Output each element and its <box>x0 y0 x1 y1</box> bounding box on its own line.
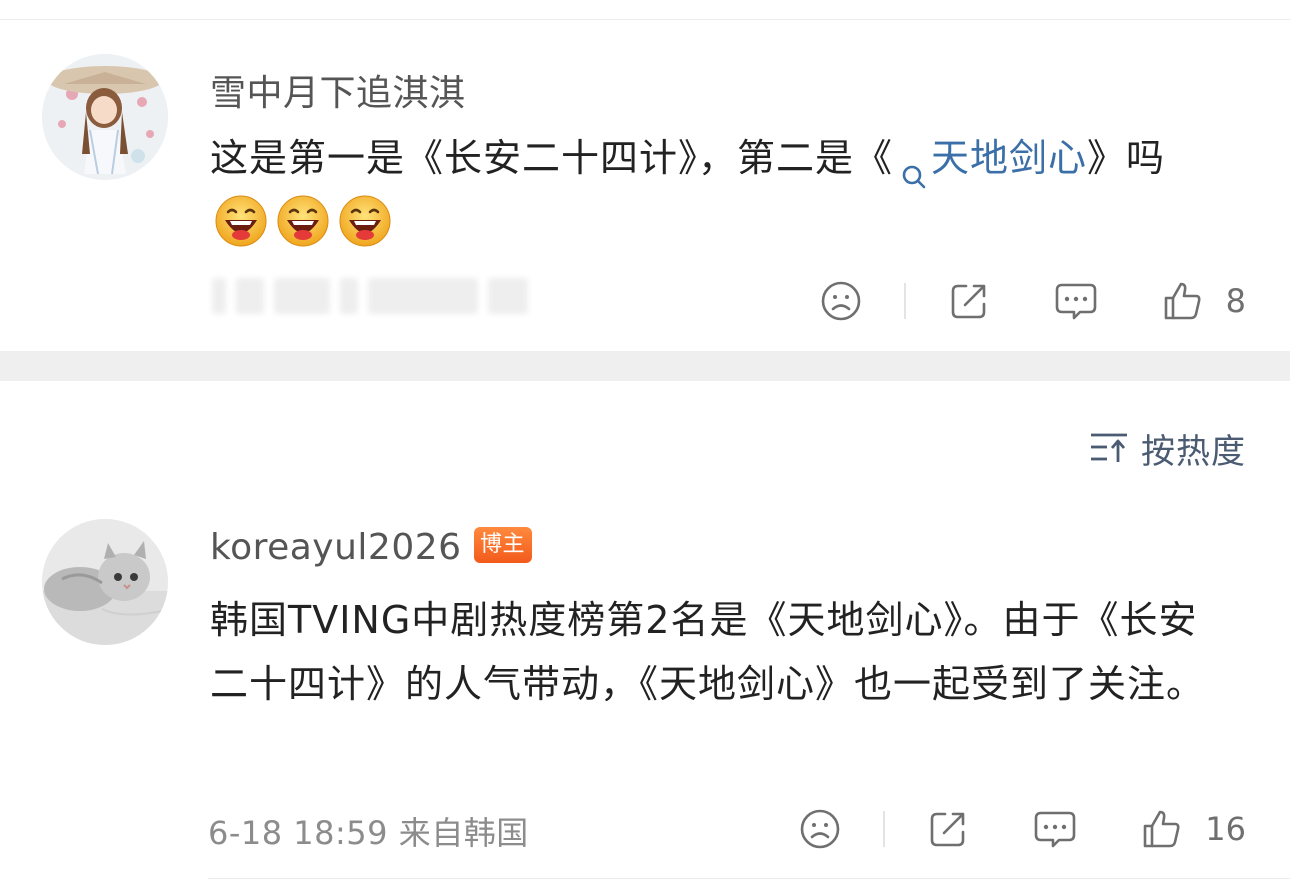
like-button[interactable]: 8 <box>1162 276 1246 326</box>
reply-button[interactable] <box>1033 804 1077 854</box>
comment-bubble-icon <box>1054 280 1098 322</box>
timestamp: 6-18 18:59 <box>208 814 389 852</box>
sad-face-icon <box>820 280 862 322</box>
comment-actions: 16 <box>799 804 1246 854</box>
like-count: 16 <box>1205 810 1246 848</box>
share-icon <box>948 280 990 322</box>
comment-bubble-icon <box>1033 808 1077 850</box>
obscured-meta <box>212 278 542 324</box>
comment-item: koreayul2026 博主 韩国TVING中剧热度榜第2名是《天地剑心》。由于… <box>0 490 1290 889</box>
search-icon <box>901 145 927 188</box>
share-button[interactable] <box>927 804 969 854</box>
sort-toggle[interactable]: 按热度 <box>1089 424 1246 473</box>
username-text: koreayul2026 <box>210 527 462 568</box>
dislike-button[interactable] <box>820 276 862 326</box>
blogger-badge: 博主 <box>473 527 532 563</box>
comment-text: 韩国TVING中剧热度榜第2名是《天地剑心》。由于《长安二十四计》的人气带动，《… <box>210 598 1206 706</box>
laughing-emoji <box>338 194 392 248</box>
comment-text: 这是第一是《长安二十四计》，第二是《 天地剑心》吗 <box>210 126 1220 254</box>
comment-item: 雪中月下追淇淇 这是第一是《长安二十四计》，第二是《 天地剑心》吗 8 <box>0 20 1290 351</box>
section-separator <box>0 351 1290 381</box>
sad-face-icon <box>799 808 841 850</box>
divider <box>883 811 886 847</box>
like-count: 8 <box>1225 282 1246 320</box>
location: 来自韩国 <box>398 814 529 852</box>
like-button[interactable]: 16 <box>1141 804 1246 854</box>
avatar[interactable] <box>42 519 168 645</box>
laughing-emoji <box>214 194 268 248</box>
sort-label: 按热度 <box>1141 432 1246 472</box>
laughing-emoji <box>276 194 330 248</box>
username[interactable]: koreayul2026 博主 <box>210 527 532 568</box>
share-button[interactable] <box>948 276 990 326</box>
topic-link[interactable]: 天地剑心 <box>893 136 1088 188</box>
avatar[interactable] <box>42 54 168 180</box>
thumbs-up-icon <box>1162 280 1204 322</box>
username[interactable]: 雪中月下追淇淇 <box>210 64 466 116</box>
divider <box>208 878 1290 879</box>
dislike-button[interactable] <box>799 804 841 854</box>
thumbs-up-icon <box>1141 808 1183 850</box>
comment-text-part: 》吗 <box>1087 136 1166 180</box>
topic-link-label: 天地剑心 <box>931 136 1088 180</box>
share-icon <box>927 808 969 850</box>
comment-thread: 雪中月下追淇淇 这是第一是《长安二十四计》，第二是《 天地剑心》吗 8 按热度 … <box>0 0 1290 889</box>
comment-actions: 8 <box>820 276 1246 326</box>
divider <box>903 283 906 319</box>
reply-button[interactable] <box>1054 276 1098 326</box>
comment-meta: 6-18 18:59 来自韩国 <box>208 808 529 854</box>
comment-text-part: 这是第一是《长安二十四计》，第二是《 <box>210 136 894 180</box>
sort-icon <box>1089 430 1129 468</box>
